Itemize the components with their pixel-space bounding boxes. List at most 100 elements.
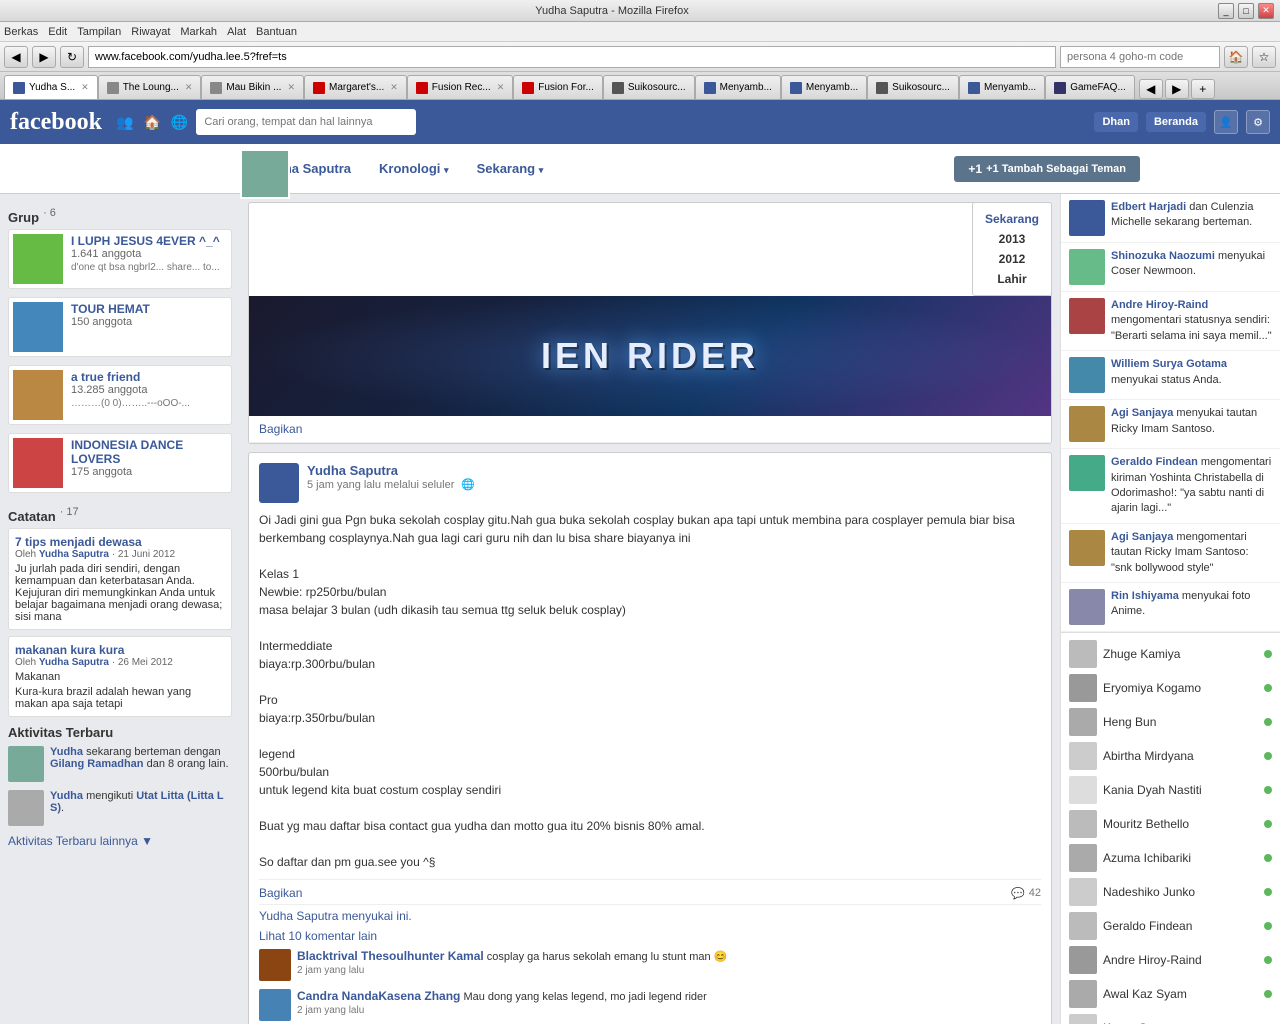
year-current[interactable]: Sekarang xyxy=(979,209,1045,229)
note-author[interactable]: Yudha Saputra xyxy=(39,657,109,668)
tab-lounge[interactable]: The Loung... ✕ xyxy=(98,75,202,99)
activity-text: Yudha mengikuti Utat Litta (Litta L S). xyxy=(50,790,232,826)
note-title[interactable]: 7 tips menjadi dewasa xyxy=(15,535,225,549)
tab-menyamb3[interactable]: Menyamb... xyxy=(959,75,1045,99)
group-name[interactable]: INDONESIA DANCE LOVERS xyxy=(71,438,227,466)
notes-title: Catatan xyxy=(8,509,56,524)
af-name[interactable]: Rin Ishiyama xyxy=(1111,590,1179,602)
restore-button[interactable]: □ xyxy=(1238,3,1254,19)
post-author-name[interactable]: Yudha Saputra xyxy=(307,463,475,478)
share-link-1[interactable]: Bagikan xyxy=(249,416,1051,443)
year-lahir[interactable]: Lahir xyxy=(979,269,1045,289)
new-tab-button[interactable]: + xyxy=(1191,79,1215,99)
view-more-comments[interactable]: Lihat 10 komentar lain xyxy=(259,929,1041,943)
af-name[interactable]: Edbert Harjadi xyxy=(1111,201,1186,213)
comment-user[interactable]: Blacktrival Thesoulhunter Kamal xyxy=(297,949,484,963)
activity-link[interactable]: Yudha xyxy=(50,790,83,802)
activity-link[interactable]: Yudha xyxy=(50,746,83,758)
activity-more-link[interactable]: Aktivitas Terbaru lainnya ▼ xyxy=(8,834,232,848)
online-name[interactable]: Abirtha Mirdyana xyxy=(1103,749,1258,763)
online-name[interactable]: Azuma Ichibariki xyxy=(1103,851,1258,865)
browser-toolbar: ◀ ▶ ↻ 🏠 ☆ xyxy=(0,42,1280,72)
tab-menyamb2[interactable]: Menyamb... xyxy=(781,75,867,99)
af-name[interactable]: Williem Surya Gotama xyxy=(1111,358,1227,370)
group-item: I LUPH JESUS 4EVER ^_^ 1.641 anggota d'o… xyxy=(8,229,232,289)
menu-markah[interactable]: Markah xyxy=(180,26,217,38)
af-name[interactable]: Geraldo Findean xyxy=(1111,456,1198,468)
tab-scroll-right[interactable]: ▶ xyxy=(1165,79,1189,99)
online-name[interactable]: Eryomiya Kogamo xyxy=(1103,681,1258,695)
fb-sidebar-left: Grup · 6 I LUPH JESUS 4EVER ^_^ 1.641 an… xyxy=(0,194,240,1024)
tab-scroll-left[interactable]: ◀ xyxy=(1139,79,1163,99)
fb-header-right: Dhan Beranda 👤 ⚙ xyxy=(1094,110,1270,134)
af-name[interactable]: Andre Hiroy-Raind xyxy=(1111,299,1208,311)
fb-settings-icon[interactable]: ⚙ xyxy=(1246,110,1270,134)
browser-tabs: Yudha S... ✕ The Loung... ✕ Mau Bikin ..… xyxy=(0,72,1280,100)
menu-alat[interactable]: Alat xyxy=(227,26,246,38)
refresh-button[interactable]: ↻ xyxy=(60,46,84,68)
online-indicator xyxy=(1264,650,1272,658)
tab-suiko1[interactable]: Suikosourc... xyxy=(603,75,695,99)
tab-fusion-for[interactable]: Fusion For... xyxy=(513,75,603,99)
tab-gamefaq[interactable]: GameFAQ... xyxy=(1045,75,1135,99)
online-indicator xyxy=(1264,718,1272,726)
online-name[interactable]: Mouritz Bethello xyxy=(1103,817,1258,831)
window-controls[interactable]: _ □ ✕ xyxy=(1218,3,1274,19)
group-name[interactable]: a true friend xyxy=(71,370,227,384)
note-author[interactable]: Yudha Saputra xyxy=(39,549,109,560)
af-name[interactable]: Agi Sanjaya xyxy=(1111,407,1173,419)
af-name[interactable]: Agi Sanjaya xyxy=(1111,531,1173,543)
fb-search[interactable] xyxy=(196,109,416,135)
tab-suiko2[interactable]: Suikosourc... xyxy=(867,75,959,99)
menu-tampilan[interactable]: Tampilan xyxy=(77,26,121,38)
online-name[interactable]: Zhuge Kamiya xyxy=(1103,647,1258,661)
online-name[interactable]: Awal Kaz Syam xyxy=(1103,987,1258,1001)
fb-search-input[interactable] xyxy=(196,109,416,135)
post-avatar xyxy=(259,463,299,503)
online-name[interactable]: Nadeshiko Junko xyxy=(1103,885,1258,899)
minimize-button[interactable]: _ xyxy=(1218,3,1234,19)
back-button[interactable]: ◀ xyxy=(4,46,28,68)
af-item: Edbert Harjadi dan Culenzia Michelle sek… xyxy=(1061,194,1280,243)
forward-button[interactable]: ▶ xyxy=(32,46,56,68)
profile-sekarang-tab[interactable]: Sekarang ▾ xyxy=(465,153,556,184)
comment-item: Candra NandaKasena Zhang Mau dong yang k… xyxy=(259,989,1041,1021)
comment-user[interactable]: Candra NandaKasena Zhang xyxy=(297,989,460,1003)
fb-home-button[interactable]: Beranda xyxy=(1146,112,1206,132)
online-name[interactable]: Kania Dyah Nastiti xyxy=(1103,783,1258,797)
online-name[interactable]: Geraldo Findean xyxy=(1103,919,1258,933)
activity-text: Yudha sekarang berteman dengan Gilang Ra… xyxy=(50,746,232,782)
like-text[interactable]: Yudha Saputra menyukai ini. xyxy=(259,909,1041,923)
fb-friends-icon[interactable]: 👤 xyxy=(1214,110,1238,134)
group-name[interactable]: I LUPH JESUS 4EVER ^_^ xyxy=(71,234,227,248)
notes-section: Catatan · 17 7 tips menjadi dewasa Oleh … xyxy=(8,501,232,717)
activity-person-link[interactable]: Gilang Ramadhan xyxy=(50,758,144,770)
af-name[interactable]: Shinozuka Naozumi xyxy=(1111,250,1215,262)
year-2013[interactable]: 2013 xyxy=(979,229,1045,249)
bookmark-button[interactable]: ☆ xyxy=(1252,46,1276,68)
online-name[interactable]: Heng Bun xyxy=(1103,715,1258,729)
address-bar[interactable] xyxy=(88,46,1056,68)
profile-kronologi-tab[interactable]: Kronologi ▾ xyxy=(367,153,461,184)
close-button[interactable]: ✕ xyxy=(1258,3,1274,19)
group-name[interactable]: TOUR HEMAT xyxy=(71,302,227,316)
tab-mau-bikin[interactable]: Mau Bikin ... ✕ xyxy=(201,75,304,99)
add-friend-button[interactable]: +1 +1 Tambah Sebagai Teman xyxy=(954,156,1140,182)
af-text: Shinozuka Naozumi menyukai Coser Newmoon… xyxy=(1111,249,1272,280)
year-2012[interactable]: 2012 xyxy=(979,249,1045,269)
group-members: 1.641 anggota xyxy=(71,248,227,260)
share-button-2[interactable]: Bagikan xyxy=(259,886,302,900)
tab-menyamb1[interactable]: Menyamb... xyxy=(695,75,781,99)
home-button[interactable]: 🏠 xyxy=(1224,46,1248,68)
menu-riwayat[interactable]: Riwayat xyxy=(131,26,170,38)
menu-edit[interactable]: Edit xyxy=(48,26,67,38)
tab-fusion-rec[interactable]: Fusion Rec... ✕ xyxy=(407,75,513,99)
note-title[interactable]: makanan kura kura xyxy=(15,643,225,657)
tab-margaret[interactable]: Margaret's... ✕ xyxy=(304,75,407,99)
menu-berkas[interactable]: Berkas xyxy=(4,26,38,38)
search-bar[interactable] xyxy=(1060,46,1220,68)
online-name[interactable]: Andre Hiroy-Raind xyxy=(1103,953,1258,967)
menu-bantuan[interactable]: Bantuan xyxy=(256,26,297,38)
fb-user-button[interactable]: Dhan xyxy=(1094,112,1138,132)
tab-yudha[interactable]: Yudha S... ✕ xyxy=(4,75,98,99)
